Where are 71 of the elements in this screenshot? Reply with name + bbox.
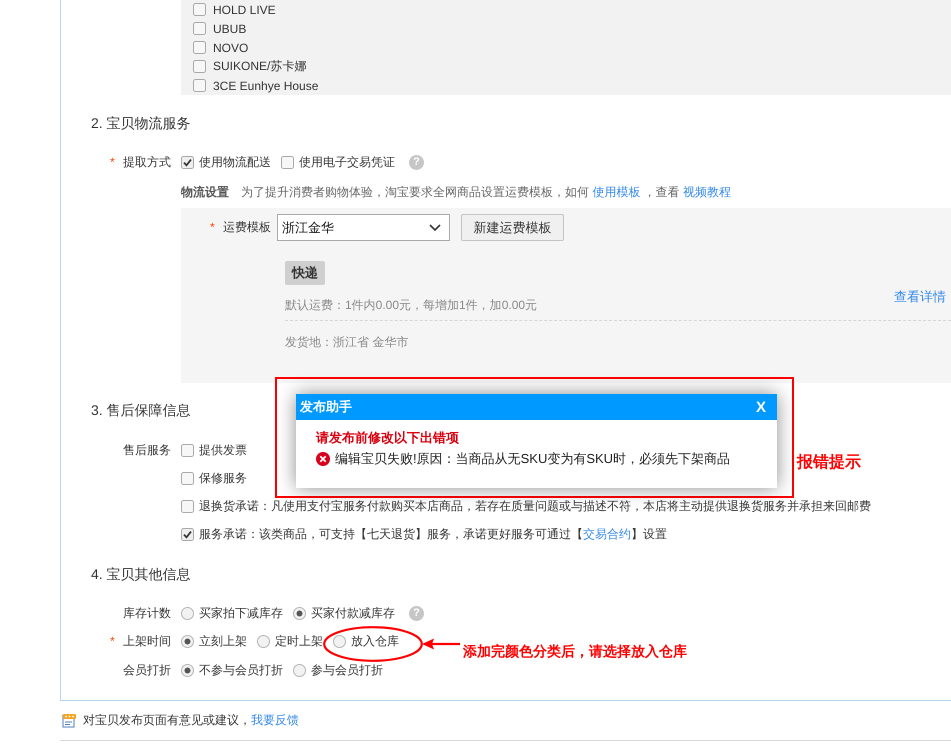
field-label: 提取方式	[123, 154, 171, 168]
details-link[interactable]: 查看详情	[894, 287, 946, 307]
radio-button[interactable]	[181, 635, 194, 648]
checkbox-label: 使用电子交易凭证	[299, 154, 395, 170]
checkbox-label: 保修服务	[199, 470, 247, 486]
checkbox-label: UBUB	[213, 22, 246, 36]
checkbox-label: NOVO	[213, 40, 248, 54]
notepad-icon	[62, 712, 77, 728]
section-title: 4. 宝贝其他信息	[90, 565, 191, 584]
field-label: 物流设置	[181, 184, 229, 200]
link[interactable]: 视频教程	[683, 184, 732, 198]
field-label: 售后服务	[123, 442, 171, 456]
tab[interactable]: 快递	[285, 261, 325, 285]
feedback-text: 对宝贝发布页面有意见或建议，我要反馈	[83, 712, 299, 728]
field-label: 库存计数	[123, 606, 171, 620]
checkbox-label: 3CE Eunhye House	[213, 78, 318, 92]
checkbox[interactable]	[193, 41, 206, 54]
checkbox[interactable]	[281, 156, 294, 168]
radio-label: 买家拍下减库存	[199, 604, 283, 622]
notice-text: 为了提升消费者购物体验，淘宝要求全网商品设置运费模板，如何 使用模板 ，查看 视频教程	[241, 184, 732, 200]
required-mark: *	[110, 154, 115, 168]
field-label: 运费模板	[223, 220, 272, 234]
arrow	[422, 638, 460, 650]
checkbox-label: HOLD LIVE	[213, 2, 276, 16]
error-message: 编辑宝贝失败!原因：当商品从无SKU变为有SKU时，必须先下架商品	[335, 450, 730, 468]
checkbox-label: 服务承诺：该类商品，可支持【七天退货】服务，承诺更好服务可通过【交易合约】设置	[199, 526, 667, 542]
checkbox[interactable]	[181, 472, 194, 484]
checkbox[interactable]	[193, 3, 206, 16]
required-mark: *	[110, 634, 115, 648]
radio-label: 定时上架	[275, 633, 323, 650]
field-label: 上架时间	[123, 634, 171, 648]
radio-label: 放入仓库	[351, 633, 399, 650]
radio-button[interactable]	[181, 606, 194, 620]
link[interactable]: 使用模板	[592, 184, 640, 198]
checkbox[interactable]	[193, 60, 206, 73]
checkbox-label: 使用物流配送	[199, 154, 271, 170]
fee-text: 默认运费：1件内0.00元，每增加1件，加0.00元	[285, 297, 538, 314]
radio-label: 立刻上架	[199, 633, 247, 650]
radio-label: 买家付款减库存	[311, 604, 395, 622]
new-template-button[interactable]: 新建运费模板	[461, 214, 564, 241]
close-button[interactable]: X	[756, 398, 766, 416]
section-title: 2. 宝贝物流服务	[90, 114, 191, 133]
radio-label: 不参与会员打折	[199, 662, 283, 678]
checkbox-label: 提供发票	[199, 442, 247, 458]
template-select[interactable]: 浙江金华	[277, 214, 450, 241]
radio-button[interactable]	[333, 635, 346, 648]
annotation-text: 报错提示	[797, 452, 861, 473]
link[interactable]: 我要反馈	[251, 712, 299, 726]
checkbox[interactable]	[181, 500, 194, 512]
annotation-text: 添加完颜色分类后，请选择放入仓库	[463, 642, 687, 660]
radio-button[interactable]	[293, 606, 306, 620]
checkbox[interactable]	[193, 79, 206, 92]
checkbox-label: SUIKONE/苏卡娜	[213, 58, 306, 75]
chevron-down-icon	[429, 224, 441, 231]
dialog-title: 发布助手	[300, 398, 352, 416]
field-label: 会员打折	[123, 662, 171, 676]
checkbox[interactable]	[181, 444, 194, 456]
origin-text: 发货地：浙江省 金华市	[285, 334, 410, 351]
checkbox[interactable]	[193, 22, 206, 35]
radio-button[interactable]	[257, 635, 270, 648]
required-mark: *	[210, 220, 215, 234]
checkbox-label: 退换货承诺：凡使用支付宝服务付款购买本店商品，若存在质量问题或与描述不符，本店将主动提供退换货服务并承担来回邮费	[199, 498, 871, 514]
radio-button[interactable]	[181, 664, 194, 676]
section-title: 3. 售后保障信息	[90, 401, 191, 420]
error-heading: 请发布前修改以下出错项	[316, 429, 460, 447]
checkbox[interactable]	[181, 528, 194, 540]
link[interactable]: 交易合约	[583, 526, 631, 540]
radio-label: 参与会员打折	[311, 662, 383, 678]
radio-button[interactable]	[293, 664, 306, 676]
error-icon	[316, 452, 330, 466]
checkbox[interactable]	[181, 156, 194, 168]
